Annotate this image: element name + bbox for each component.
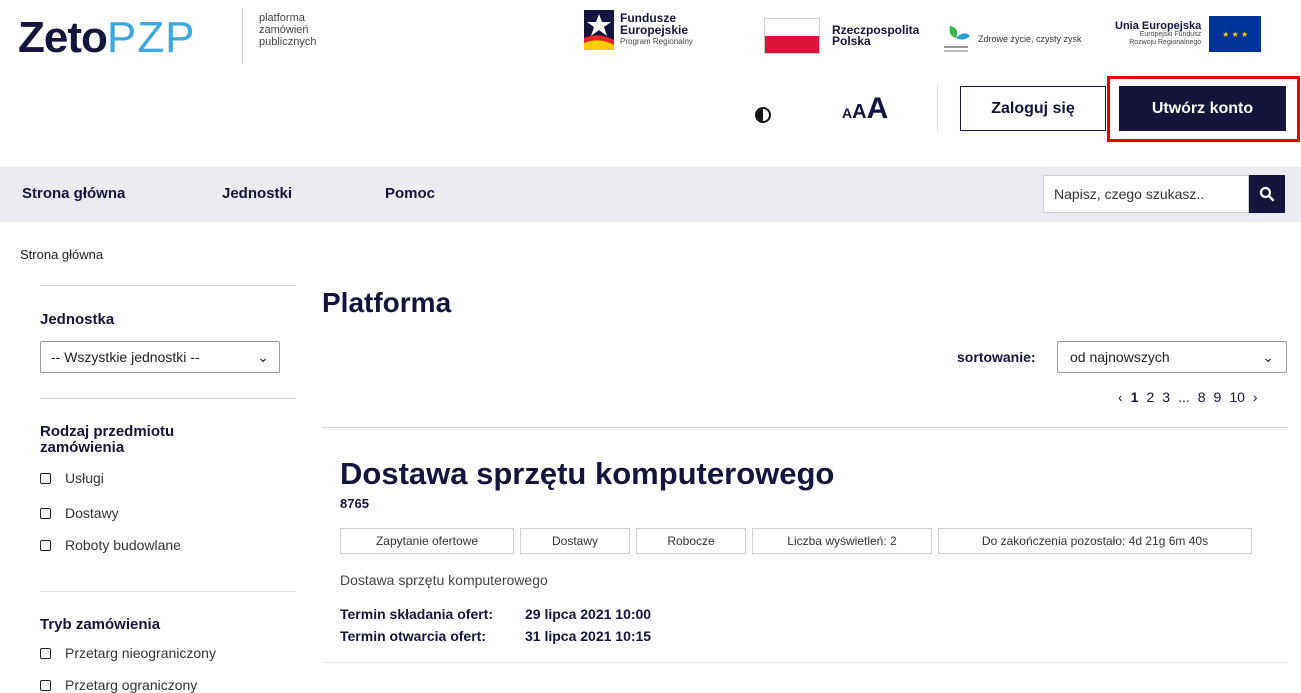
mode-filter-heading: Tryb zamówienia	[40, 616, 161, 633]
sort-select[interactable]: od najnowszych ⌄	[1057, 341, 1287, 373]
tender-description: Dostawa sprzętu komputerowego	[340, 572, 548, 588]
logo-divider	[242, 8, 243, 64]
filter-type-construction[interactable]: Roboty budowlane	[40, 537, 181, 553]
eco-program-logo: Zdrowe życie, czysty zysk	[942, 22, 1082, 56]
sidebar-divider	[40, 591, 296, 592]
term-submit-label: Termin składania ofert:	[340, 606, 494, 622]
nav-item-home[interactable]: Strona główna	[22, 185, 125, 202]
tools-divider	[937, 85, 938, 131]
filter-type-supplies[interactable]: Dostawy	[40, 505, 119, 521]
unia-europejska-logo: Unia Europejska Europejski Fundusz Rozwoju…	[1115, 16, 1262, 52]
checkbox[interactable]	[40, 679, 51, 691]
filter-mode-limited[interactable]: Przetarg ograniczony	[40, 677, 197, 693]
content-divider	[322, 427, 1288, 428]
tag-countdown: Do zakończenia pozostało: 4d 21g 6m 40s	[938, 528, 1252, 554]
tag-status: Robocze	[636, 528, 746, 554]
fundusze-europejskie-logo: Fundusze Europejskie Program Regionalny	[584, 10, 693, 50]
pager-page[interactable]: 8	[1198, 389, 1206, 405]
sidebar-divider	[40, 285, 296, 286]
create-account-button[interactable]: Utwórz konto	[1119, 86, 1286, 131]
login-button[interactable]: Zaloguj się	[960, 86, 1106, 131]
page-title: Platforma	[322, 287, 452, 318]
filter-mode-unlimited[interactable]: Przetarg nieograniczony	[40, 645, 216, 661]
unit-select-value: -- Wszystkie jednostki --	[51, 349, 200, 365]
pager-page[interactable]: 9	[1214, 389, 1222, 405]
pager-next-icon[interactable]: ›	[1253, 389, 1258, 405]
tag-views: Liczba wyświetleń: 2	[752, 528, 932, 554]
pager-prev-icon[interactable]: ‹	[1118, 389, 1123, 405]
zetopzp-logo[interactable]: ZetoPZP	[18, 14, 195, 62]
tender-title[interactable]: Dostawa sprzętu komputerowego	[340, 456, 834, 492]
search-button[interactable]	[1249, 175, 1285, 213]
tender-id: 8765	[340, 496, 369, 511]
pager-page[interactable]: 1	[1131, 389, 1139, 405]
nav-item-units[interactable]: Jednostki	[222, 185, 292, 202]
type-filter-heading: Rodzaj przedmiotu zamówienia	[40, 423, 175, 456]
sidebar-divider	[40, 398, 296, 399]
breadcrumb[interactable]: Strona główna	[20, 247, 103, 262]
checkbox[interactable]	[40, 472, 51, 484]
fundusze-europejskie-icon	[584, 10, 614, 50]
sort-label: sortowanie:	[957, 349, 1036, 365]
card-bottom-border	[322, 662, 1288, 663]
rzeczpospolita-polska-logo: Rzeczpospolita Polska	[764, 18, 919, 54]
unit-filter-heading: Jednostka	[40, 311, 115, 328]
search-icon	[1259, 186, 1275, 202]
pager-page[interactable]: 2	[1146, 389, 1154, 405]
filter-type-services[interactable]: Usługi	[40, 470, 104, 486]
term-open-value: 31 lipca 2021 10:15	[525, 628, 652, 644]
pager-page[interactable]: 10	[1229, 389, 1245, 405]
leaf-icon	[944, 26, 970, 52]
tag-type: Dostawy	[520, 528, 630, 554]
checkbox[interactable]	[40, 507, 51, 519]
search-input[interactable]	[1043, 175, 1249, 213]
font-size-control[interactable]: AAA	[842, 92, 888, 126]
pager-page[interactable]: 3	[1162, 389, 1170, 405]
tender-tags: Zapytanie ofertowe Dostawy Robocze Liczb…	[340, 528, 1252, 554]
checkbox[interactable]	[40, 647, 51, 659]
sort-select-value: od najnowszych	[1070, 349, 1170, 365]
eu-flag-icon: ★ ★ ★	[1209, 16, 1262, 52]
logo-subtitle: platforma zamówień publicznych	[259, 12, 317, 48]
contrast-toggle-icon[interactable]	[755, 107, 771, 123]
chevron-down-icon: ⌄	[1262, 348, 1274, 365]
pagination: ‹ 1 2 3 ... 8 9 10 ›	[1118, 389, 1258, 405]
pager-ellipsis: ...	[1178, 389, 1190, 405]
unit-select[interactable]: -- Wszystkie jednostki -- ⌄	[40, 341, 280, 373]
checkbox[interactable]	[40, 539, 51, 551]
chevron-down-icon: ⌄	[257, 348, 269, 365]
term-submit-value: 29 lipca 2021 10:00	[525, 606, 652, 622]
nav-item-help[interactable]: Pomoc	[385, 185, 435, 202]
polish-flag-icon	[764, 18, 820, 54]
tag-procedure: Zapytanie ofertowe	[340, 528, 514, 554]
term-open-label: Termin otwarcia ofert:	[340, 628, 486, 644]
